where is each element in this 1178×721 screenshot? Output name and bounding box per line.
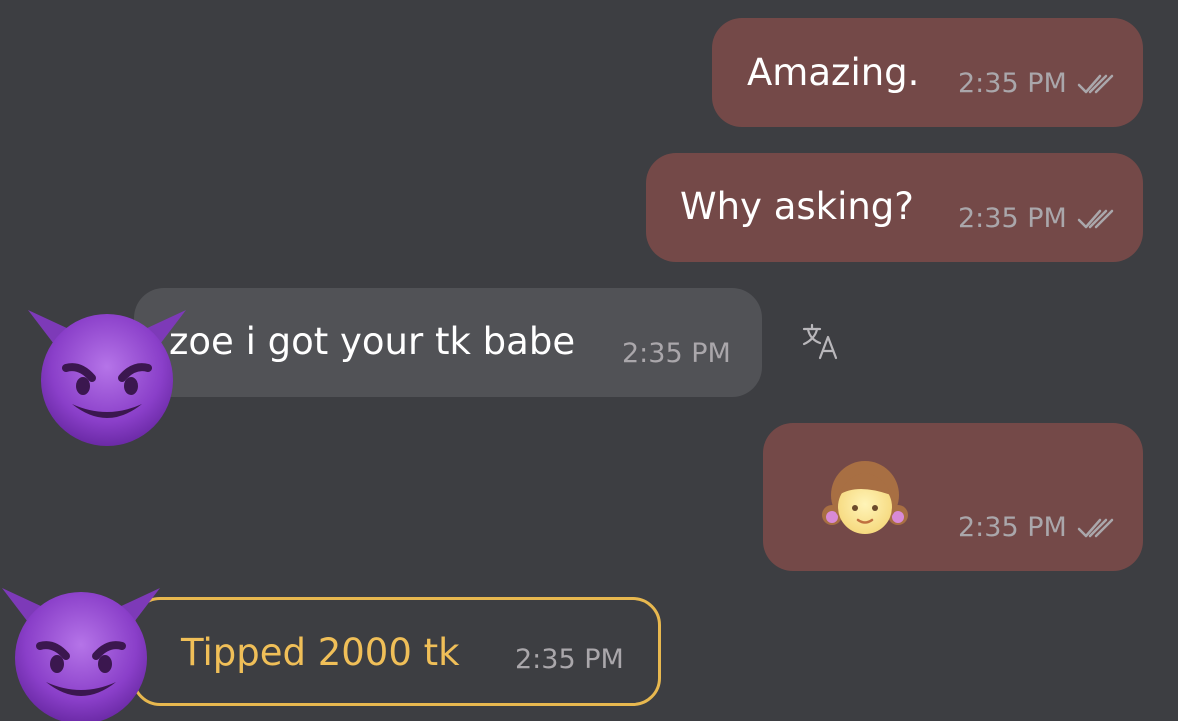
tip-text: Tipped 2000 tk <box>181 631 460 674</box>
double-check-icon <box>1077 209 1114 229</box>
translate-icon[interactable] <box>800 320 842 362</box>
message-time: 2:35 PM <box>958 68 1067 99</box>
smiling-devil-avatar-icon[interactable] <box>22 300 192 450</box>
message-bubble-outgoing[interactable]: 2:35 PM <box>763 423 1143 571</box>
chat-thread: Amazing. 2:35 PM Why asking? 2:35 PM zoe… <box>0 0 1178 721</box>
smiling-devil-avatar-icon[interactable] <box>0 578 166 721</box>
message-time: 2:35 PM <box>958 512 1067 543</box>
message-bubble-incoming[interactable]: zoe i got your tk babe 2:35 PM <box>134 288 762 397</box>
message-time: 2:35 PM <box>958 203 1067 234</box>
message-time: 2:35 PM <box>622 338 731 369</box>
message-text: Amazing. <box>747 51 920 94</box>
message-bubble-outgoing[interactable]: Amazing. 2:35 PM <box>712 18 1143 127</box>
double-check-icon <box>1077 74 1114 94</box>
tip-message-bubble[interactable]: Tipped 2000 tk 2:35 PM <box>132 597 661 706</box>
message-time: 2:35 PM <box>515 644 624 675</box>
girl-emoji-icon <box>822 461 908 534</box>
double-check-icon <box>1077 518 1114 538</box>
message-bubble-outgoing[interactable]: Why asking? 2:35 PM <box>646 153 1143 262</box>
message-text: Why asking? <box>680 185 914 228</box>
message-text: zoe i got your tk babe <box>169 320 576 363</box>
